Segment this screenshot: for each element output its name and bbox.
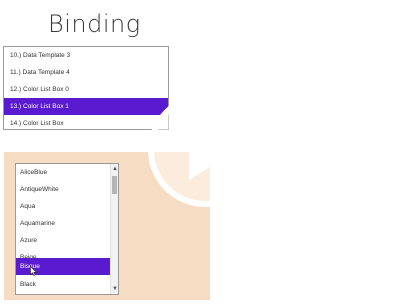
nav-item-color-list-box[interactable]: 14.) Color List Box [4, 115, 168, 132]
color-item-aqua[interactable]: Aqua [16, 198, 111, 215]
nav-item-color-list-box-1[interactable]: 13.) Color List Box 1 [4, 98, 168, 115]
color-item-aliceblue[interactable]: AliceBlue [16, 164, 111, 181]
list-scrollbar[interactable]: ▲ ▼ [110, 164, 118, 294]
scroll-down-icon[interactable]: ▼ [111, 284, 118, 294]
scroll-thumb[interactable] [112, 176, 117, 194]
page-title: Binding [48, 10, 141, 38]
nav-item-color-list-box-0[interactable]: 12.) Color List Box 0 [4, 81, 168, 98]
nav-item-data-template-3[interactable]: 10.) Data Template 3 [4, 47, 168, 64]
color-item-antiquewhite[interactable]: AntiqueWhite [16, 181, 111, 198]
color-item-black[interactable]: Black [16, 276, 111, 293]
play-icon[interactable] [147, 92, 263, 208]
navigation-list[interactable]: 10.) Data Template 3 11.) Data Template … [3, 46, 169, 130]
scroll-up-icon[interactable]: ▲ [111, 164, 118, 174]
color-item-azure[interactable]: Azure [16, 232, 111, 249]
color-item-aquamarine[interactable]: Aquamarine [16, 215, 111, 232]
nav-item-data-template-4[interactable]: 11.) Data Template 4 [4, 64, 168, 81]
mouse-pointer-icon [30, 266, 38, 276]
